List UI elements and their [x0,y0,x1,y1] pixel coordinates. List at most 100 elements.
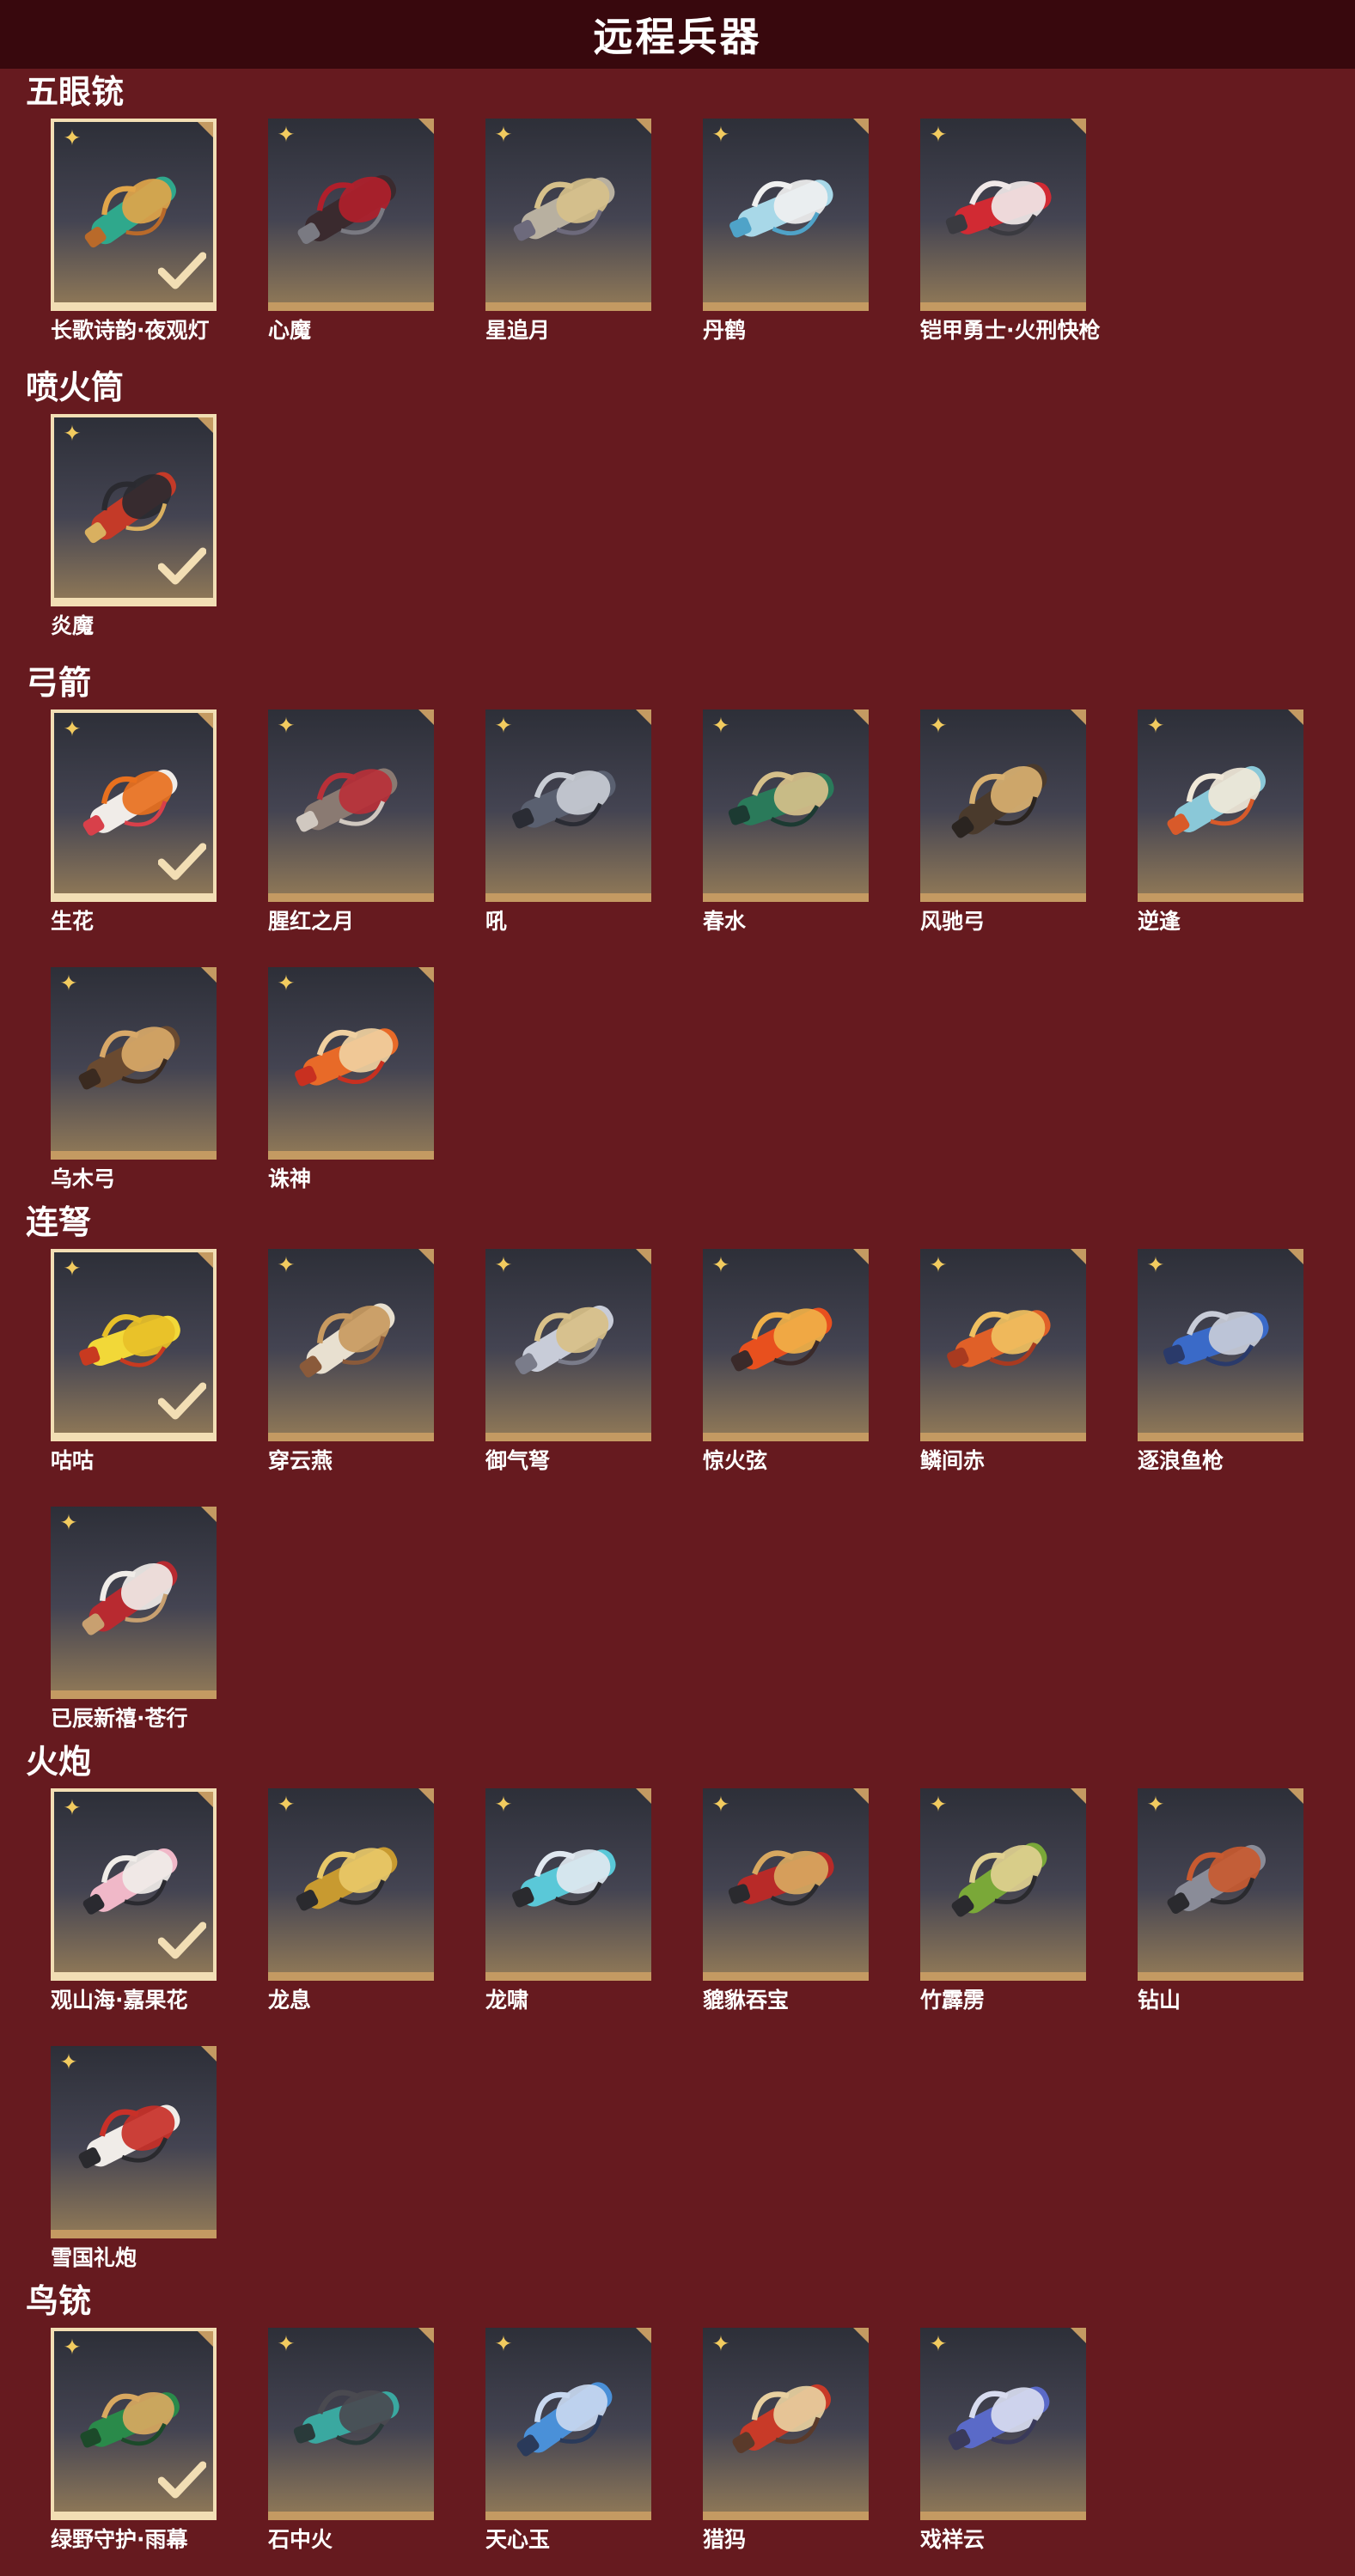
weapon-card[interactable]: ✦ 吼 [485,709,651,934]
weapon-card[interactable]: ✦ 雪国礼炮 [51,2046,217,2270]
weapon-image [79,2104,180,2169]
weapon-thumbnail[interactable]: ✦ [51,709,217,902]
weapon-thumbnail[interactable]: ✦ [268,967,434,1160]
weapon-card[interactable]: ✦ 貔貅吞宝 [703,1788,869,2013]
weapon-thumbnail[interactable]: ✦ [268,119,434,311]
weapon-thumbnail[interactable]: ✦ [703,1249,869,1441]
weapon-thumbnail[interactable]: ✦ [485,1249,651,1441]
weapon-card[interactable]: ✦ 逐浪鱼枪 [1138,1249,1303,1473]
sparkle-icon: ✦ [711,1252,730,1277]
weapon-card[interactable]: ✦ 铠甲勇士·火刑快枪 [920,119,1101,343]
weapon-card[interactable]: ✦ 惊火弦 [703,1249,869,1473]
weapon-thumbnail[interactable]: ✦ [920,1788,1086,1981]
weapon-card[interactable]: ✦ 观山海·嘉果花 [51,1788,217,2013]
weapon-card[interactable]: ✦ 竹霹雳 [920,1788,1086,2013]
sparkle-icon: ✦ [63,1256,82,1281]
corner-tab-icon [1288,1788,1303,1804]
weapon-thumbnail[interactable]: ✦ [51,1507,217,1699]
section-title: 鸟铳 [26,2282,92,2320]
checkmark-icon [158,2461,206,2499]
weapon-card[interactable]: ✦ 龙啸 [485,1788,651,2013]
weapon-thumbnail[interactable]: ✦ [1138,1788,1303,1981]
weapon-label: 炎魔 [51,613,95,638]
weapon-card[interactable]: ✦ 风驰弓 [920,709,1086,934]
weapon-card[interactable]: ✦ 穿云燕 [268,1249,434,1473]
weapon-card[interactable]: ✦ 心魔 [268,119,434,343]
weapon-thumbnail[interactable]: ✦ [51,1249,217,1441]
sparkle-icon: ✦ [494,713,513,738]
weapon-card[interactable]: ✦ 腥红之月 [268,709,434,934]
weapon-thumbnail[interactable]: ✦ [268,1249,434,1441]
section-title: 连弩 [26,1203,92,1241]
weapon-thumbnail[interactable]: ✦ [1138,709,1303,902]
weapon-thumbnail[interactable]: ✦ [703,2328,869,2520]
section-title: 火炮 [26,1743,92,1781]
sparkle-icon: ✦ [277,2331,296,2356]
corner-tab-icon [1071,709,1086,725]
weapon-card[interactable]: ✦ 绿野守护·雨幕 [51,2328,217,2552]
corner-tab-icon [418,967,434,983]
weapon-card[interactable]: ✦ 炎魔 [51,414,217,638]
weapon-label: 诛神 [268,1166,312,1191]
sparkle-icon: ✦ [277,713,296,738]
weapon-thumbnail[interactable]: ✦ [268,709,434,902]
weapon-card[interactable]: ✦ 天心玉 [485,2328,651,2552]
corner-tab-icon [853,119,869,134]
weapon-card[interactable]: ✦ 戏祥云 [920,2328,1086,2552]
weapon-thumbnail[interactable]: ✦ [51,1788,217,1981]
sparkle-icon: ✦ [711,2331,730,2356]
weapon-thumbnail[interactable]: ✦ [703,709,869,902]
weapon-card[interactable]: ✦ 逆逢 [1138,709,1303,934]
corner-tab-icon [201,1507,217,1522]
sparkle-icon: ✦ [711,1792,730,1817]
weapon-thumbnail[interactable]: ✦ [268,1788,434,1981]
sparkle-icon: ✦ [59,971,78,996]
weapon-image [300,1303,395,1378]
weapon-thumbnail[interactable]: ✦ [51,414,217,606]
weapon-thumbnail[interactable]: ✦ [268,2328,434,2520]
weapon-image [296,768,398,832]
weapon-card[interactable]: ✦ 生花 [51,709,217,934]
weapon-card[interactable]: ✦ 猎犸 [703,2328,869,2552]
weapon-thumbnail[interactable]: ✦ [485,709,651,902]
sparkle-icon: ✦ [59,1510,78,1535]
weapon-card[interactable]: ✦ 乌木弓 [51,967,217,1191]
weapon-card[interactable]: ✦ 丹鹤 [703,119,869,343]
weapon-card[interactable]: ✦ 石中火 [268,2328,434,2552]
weapon-card[interactable]: ✦ 春水 [703,709,869,934]
weapon-thumbnail[interactable]: ✦ [703,119,869,311]
weapon-card[interactable]: ✦ 已辰新禧·苍行 [51,1507,217,1731]
weapon-image [1167,766,1266,836]
weapon-thumbnail[interactable]: ✦ [920,709,1086,902]
weapon-card[interactable]: ✦ 钻山 [1138,1788,1303,2013]
weapon-image [1163,1311,1269,1367]
weapon-thumbnail[interactable]: ✦ [1138,1249,1303,1441]
sparkle-icon: ✦ [711,713,730,738]
corner-tab-icon [1071,1788,1086,1804]
title-bar: 远程兵器 [0,0,1355,69]
weapon-thumbnail[interactable]: ✦ [920,1249,1086,1441]
weapon-card[interactable]: ✦ 龙息 [268,1788,434,2013]
weapon-card[interactable]: ✦ 诛神 [268,967,434,1191]
weapon-thumbnail[interactable]: ✦ [920,2328,1086,2520]
weapon-thumbnail[interactable]: ✦ [51,119,217,311]
weapon-thumbnail[interactable]: ✦ [485,1788,651,1981]
weapon-thumbnail[interactable]: ✦ [703,1788,869,1981]
weapon-card[interactable]: ✦ 御气弩 [485,1249,651,1473]
weapon-thumbnail[interactable]: ✦ [485,2328,651,2520]
weapon-image [731,1307,833,1372]
corner-tab-icon [198,2331,213,2347]
weapon-thumbnail[interactable]: ✦ [51,967,217,1160]
weapon-thumbnail[interactable]: ✦ [485,119,651,311]
sparkle-icon: ✦ [277,1792,296,1817]
weapon-card[interactable]: ✦ 长歌诗韵·夜观灯 [51,119,217,343]
weapon-image [82,1561,178,1635]
weapon-thumbnail[interactable]: ✦ [920,119,1086,311]
sparkle-icon: ✦ [59,2049,78,2074]
weapon-card[interactable]: ✦ 星追月 [485,119,651,343]
weapon-thumbnail[interactable]: ✦ [51,2046,217,2238]
weapon-thumbnail[interactable]: ✦ [51,2328,217,2520]
weapon-card[interactable]: ✦ 咕咕 [51,1249,217,1473]
weapon-image [729,771,834,827]
weapon-card[interactable]: ✦ 鳞间赤 [920,1249,1086,1473]
